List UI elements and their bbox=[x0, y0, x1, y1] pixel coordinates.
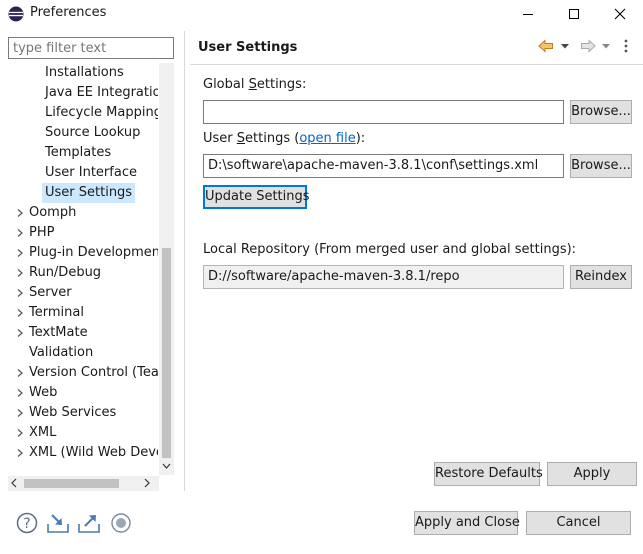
tree-item[interactable]: Installations bbox=[0, 63, 158, 83]
tree-item-label: TextMate bbox=[29, 325, 88, 340]
tree-item-label: Version Control (Team) bbox=[29, 365, 158, 380]
svg-text:?: ? bbox=[23, 516, 30, 532]
header-divider bbox=[190, 64, 643, 65]
reindex-button[interactable]: Reindex bbox=[570, 265, 632, 289]
tree-item[interactable]: Lifecycle Mappings bbox=[0, 103, 158, 123]
tree-item[interactable]: Plug-in Development bbox=[0, 243, 158, 263]
expand-chevron-icon[interactable] bbox=[16, 269, 24, 277]
apply-button[interactable]: Apply bbox=[547, 462, 637, 486]
expand-chevron-icon[interactable] bbox=[16, 449, 24, 457]
eclipse-icon bbox=[8, 6, 24, 22]
tree-item-label: User Settings bbox=[42, 183, 136, 203]
back-arrow-icon[interactable] bbox=[538, 39, 554, 53]
tree-item[interactable]: PHP bbox=[0, 223, 158, 243]
tree-item-label: Web bbox=[29, 385, 58, 400]
tree-item-label: Templates bbox=[45, 145, 112, 160]
scrollbar-thumb[interactable] bbox=[24, 479, 119, 488]
tree-item[interactable]: User Interface bbox=[0, 163, 158, 183]
expand-chevron-icon[interactable] bbox=[16, 409, 24, 417]
tree-item-label: Terminal bbox=[29, 305, 84, 320]
forward-dropdown-icon[interactable] bbox=[602, 44, 610, 49]
tree-item-label: User Interface bbox=[45, 165, 137, 180]
tree-item-label: Server bbox=[29, 285, 72, 300]
maximize-button[interactable] bbox=[551, 0, 597, 28]
tree-item[interactable]: XML bbox=[0, 423, 158, 443]
tree-item[interactable]: TextMate bbox=[0, 323, 158, 343]
window-title: Preferences bbox=[30, 5, 107, 20]
expand-chevron-icon[interactable] bbox=[16, 289, 24, 297]
tree-item[interactable]: Source Lookup bbox=[0, 123, 158, 143]
expand-chevron-icon[interactable] bbox=[16, 229, 24, 237]
tree-item[interactable]: Server bbox=[0, 283, 158, 303]
close-button[interactable] bbox=[597, 0, 643, 28]
tree-item[interactable]: Oomph bbox=[0, 203, 158, 223]
cancel-button[interactable]: Cancel bbox=[526, 511, 631, 535]
tree-item-label: Validation bbox=[29, 345, 94, 360]
scroll-right-icon[interactable] bbox=[144, 478, 150, 488]
tree-item-label: Source Lookup bbox=[45, 125, 141, 140]
tree-item-label: XML bbox=[29, 425, 57, 440]
tree-horizontal-scrollbar[interactable] bbox=[8, 476, 159, 491]
help-icon[interactable]: ? bbox=[16, 512, 38, 534]
scroll-left-icon[interactable] bbox=[11, 478, 17, 488]
tree-item-label: Java EE Integration bbox=[45, 85, 158, 100]
tree-item[interactable]: Java EE Integration bbox=[0, 83, 158, 103]
tree-vertical-scrollbar[interactable] bbox=[159, 63, 174, 475]
expand-chevron-icon[interactable] bbox=[16, 389, 24, 397]
update-settings-button[interactable]: Update Settings bbox=[203, 185, 310, 209]
record-icon[interactable] bbox=[110, 512, 132, 534]
expand-chevron-icon[interactable] bbox=[16, 429, 24, 437]
tree-item-label: Plug-in Development bbox=[29, 245, 158, 260]
page-navigation bbox=[538, 38, 638, 56]
tree-item-label: XML (Wild Web Developer) bbox=[29, 445, 158, 460]
tree-item[interactable]: Templates bbox=[0, 143, 158, 163]
tree-item[interactable]: Terminal bbox=[0, 303, 158, 323]
tree-item-label: Run/Debug bbox=[29, 265, 102, 280]
tree-item[interactable]: User Settings bbox=[0, 183, 158, 203]
global-settings-label: Global Settings: bbox=[203, 77, 307, 92]
tree-item[interactable]: Run/Debug bbox=[0, 263, 158, 283]
tree-item-label: PHP bbox=[29, 225, 55, 240]
expand-chevron-icon[interactable] bbox=[16, 209, 24, 217]
tree-item[interactable]: Web Services bbox=[0, 403, 158, 423]
expand-chevron-icon[interactable] bbox=[16, 249, 24, 257]
tree-item-label: Oomph bbox=[29, 205, 77, 220]
scrollbar-thumb[interactable] bbox=[162, 248, 171, 458]
tree-item[interactable]: Validation bbox=[0, 343, 158, 363]
user-settings-input[interactable]: D:\software\apache-maven-3.8.1\conf\sett… bbox=[203, 154, 564, 178]
filter-input[interactable] bbox=[8, 37, 174, 59]
view-menu-icon[interactable] bbox=[624, 39, 628, 53]
pane-divider[interactable] bbox=[184, 31, 185, 491]
export-icon[interactable] bbox=[77, 512, 101, 534]
tree-item-label: Installations bbox=[45, 65, 124, 80]
global-settings-input[interactable] bbox=[203, 100, 564, 124]
tree-item-label: Lifecycle Mappings bbox=[45, 105, 158, 120]
restore-defaults-button[interactable]: Restore Defaults bbox=[434, 462, 543, 486]
local-repository-label: Local Repository (From merged user and g… bbox=[203, 242, 577, 257]
local-repository-field: D://software/apache-maven-3.8.1/repo bbox=[203, 265, 564, 289]
user-browse-button[interactable]: Browse... bbox=[570, 154, 632, 178]
global-browse-button[interactable]: Browse... bbox=[570, 100, 632, 124]
expand-chevron-icon[interactable] bbox=[16, 369, 24, 377]
scroll-down-icon[interactable] bbox=[162, 463, 171, 469]
back-dropdown-icon[interactable] bbox=[561, 44, 569, 49]
tree-item[interactable]: XML (Wild Web Developer) bbox=[0, 443, 158, 463]
tree-item[interactable]: Web bbox=[0, 383, 158, 403]
expand-chevron-icon[interactable] bbox=[16, 309, 24, 317]
user-settings-label: User Settings (open file): bbox=[203, 131, 366, 146]
preferences-tree[interactable]: Installations Java EE Integration Lifecycl… bbox=[0, 63, 158, 475]
import-icon[interactable] bbox=[46, 512, 70, 534]
tree-item-label: Web Services bbox=[29, 405, 117, 420]
tree-item[interactable]: Version Control (Team) bbox=[0, 363, 158, 383]
apply-and-close-button[interactable]: Apply and Close bbox=[414, 511, 520, 535]
title-bar: Preferences bbox=[0, 0, 643, 28]
expand-chevron-icon[interactable] bbox=[16, 329, 24, 337]
page-title: User Settings bbox=[198, 40, 298, 55]
minimize-button[interactable] bbox=[505, 0, 551, 28]
forward-arrow-icon[interactable] bbox=[580, 39, 596, 53]
open-file-link[interactable]: open file bbox=[299, 131, 355, 146]
